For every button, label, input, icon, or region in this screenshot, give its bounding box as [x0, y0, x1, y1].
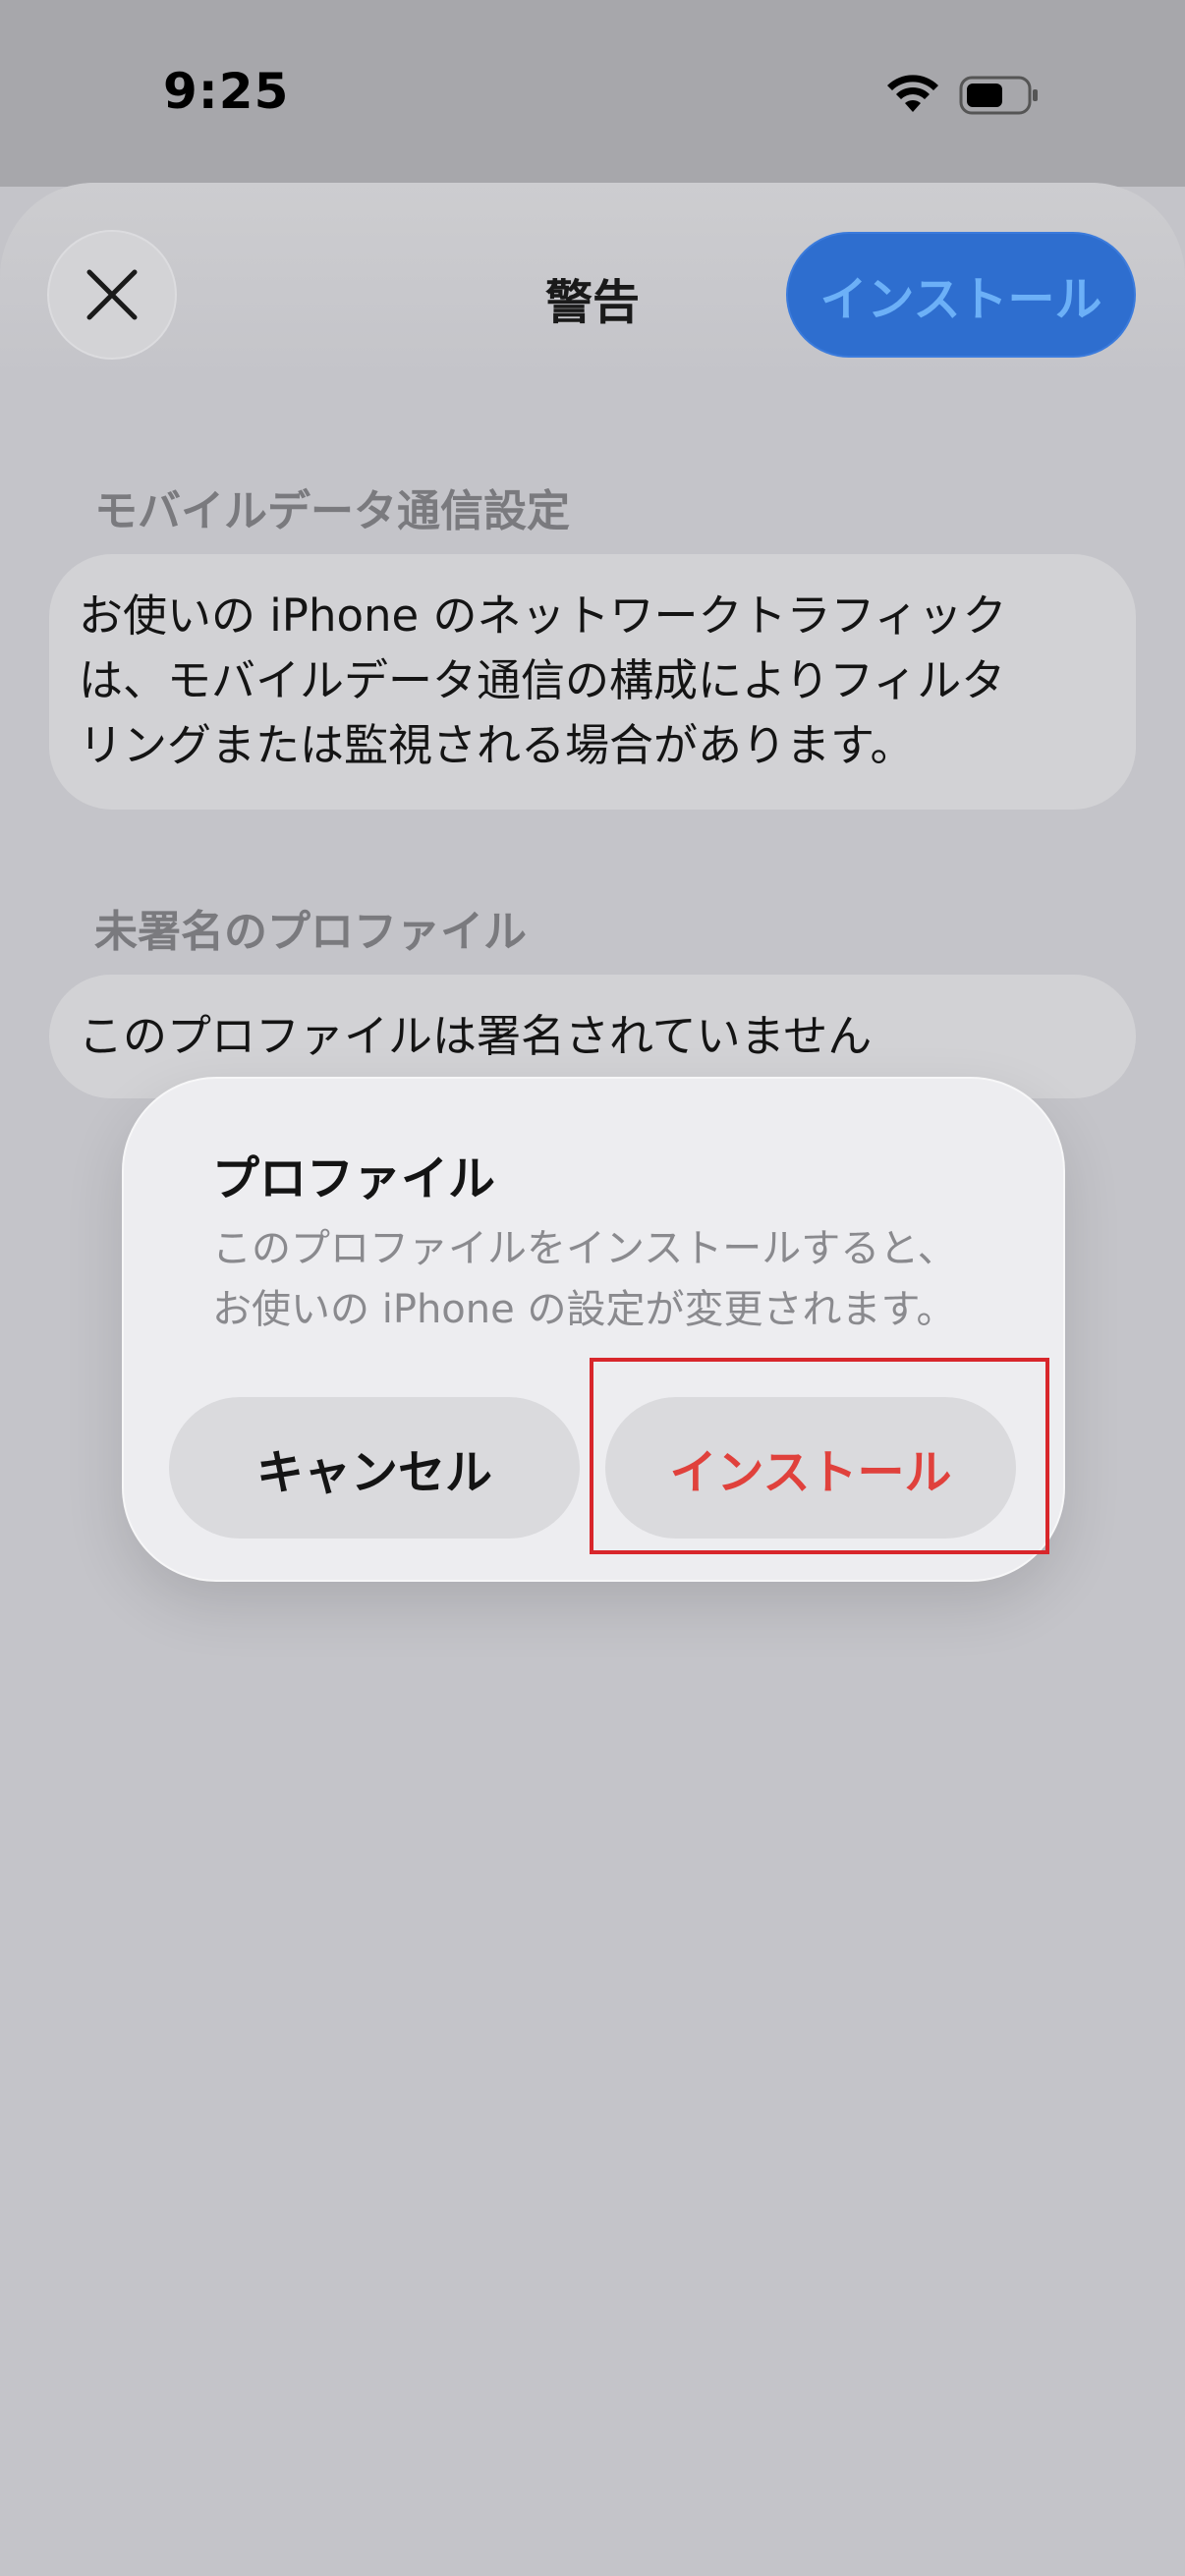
wifi-icon	[887, 75, 938, 112]
cellular-warning-text: お使いの iPhone のネットワークトラフィック は、モバイルデータ通信の構成…	[79, 589, 1007, 771]
status-time: 9:25	[163, 63, 290, 120]
section-header-unsigned: 未署名のプロファイル	[94, 907, 527, 957]
section-header-cellular: モバイルデータ通信設定	[94, 486, 570, 536]
status-bar: 9:25	[0, 0, 1185, 187]
alert-title: プロファイル	[212, 1151, 496, 1206]
highlight-annotation	[590, 1358, 1049, 1554]
unsigned-profile-text: このプロファイルは署名されていません	[79, 1010, 873, 1062]
battery-icon	[959, 76, 1038, 115]
alert-cancel-button[interactable]: キャンセル	[169, 1397, 580, 1539]
alert-message: このプロファイルをインストールすると、 お使いの iPhone の設定が変更され…	[212, 1226, 957, 1332]
cellular-warning-card: お使いの iPhone のネットワークトラフィック は、モバイルデータ通信の構成…	[49, 554, 1136, 810]
install-header-button[interactable]: インストール	[786, 232, 1136, 358]
